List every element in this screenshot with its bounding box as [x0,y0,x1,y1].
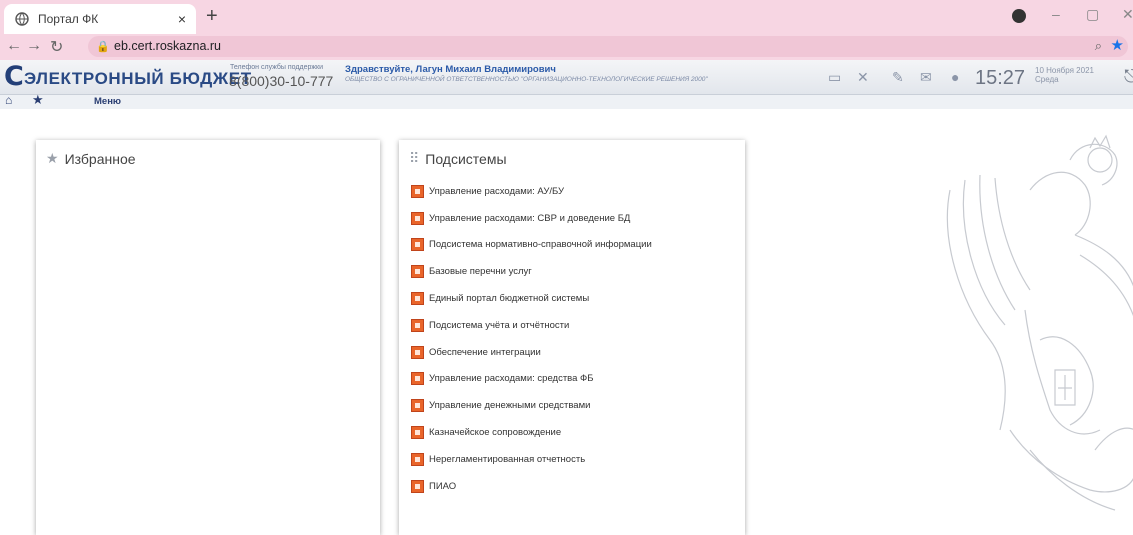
weekday-text: Среда [1035,75,1059,84]
user-greeting[interactable]: Здравствуйте, Лагун Михаил Владимирович [345,64,556,75]
subsystem-icon [411,318,424,332]
subsystem-icon [411,399,424,413]
subsystem-link[interactable]: Подсистема учёта и отчётности [411,312,652,339]
subsystem-icon [411,238,424,252]
subsystem-link[interactable]: Казначейское сопровождение [411,419,652,446]
home-icon[interactable]: ⌂ [5,93,12,107]
subsystem-label[interactable]: Подсистема учёта и отчётности [429,320,569,331]
emblem-watermark [946,134,1133,511]
subsystem-icon [411,426,424,440]
subsystem-link[interactable]: Подсистема нормативно-справочной информа… [411,232,652,259]
maximize-button[interactable]: ▢ [1086,6,1099,23]
clock-date: 10 Ноября 2021 Среда [1035,66,1094,84]
subsystem-icon [411,372,424,386]
subsystem-icon [411,479,424,493]
subsystem-link[interactable]: Единый портал бюджетной системы [411,285,652,312]
subsystems-header: ⠿ Подсистемы [409,150,507,167]
id-card-icon[interactable]: ▭ [828,69,841,86]
subsystem-label[interactable]: Казначейское сопровождение [429,427,561,438]
forward-icon[interactable]: → [26,37,42,55]
support-label: Телефон службы поддержки [230,64,324,71]
new-tab-button[interactable]: + [206,5,218,27]
subsystem-label[interactable]: Управление расходами: средства ФБ [429,373,594,384]
user-icon[interactable]: ● [951,69,959,85]
subsystem-link[interactable]: Базовые перечни услуг [411,258,652,285]
tab-close-icon[interactable]: × [178,11,186,27]
bookmark-star-icon[interactable]: ★ [1111,36,1124,54]
subsystem-icon [411,265,424,279]
mail-icon[interactable]: ✉ [920,69,932,86]
favorites-title: Избранное [64,150,136,167]
favorites-header: ★ Избранное [46,150,136,167]
tools-icon[interactable]: ✕ [857,69,869,86]
lock-icon: 🔒 [96,41,110,53]
profile-icon[interactable] [1012,9,1026,23]
subsystem-link[interactable]: Обеспечение интеграции [411,339,652,366]
subsystem-link[interactable]: Управление расходами: АУ/БУ [411,178,652,205]
organization-name: ОБЩЕСТВО С ОГРАНИЧЕННОЙ ОТВЕТСТВЕННОСТЬЮ… [345,76,708,83]
subsystem-label[interactable]: Базовые перечни услуг [429,266,532,277]
logo-icon: С [4,61,24,92]
favorites-star-icon[interactable]: ★ [32,92,44,108]
subsystem-label[interactable]: Управление расходами: СВР и доведение БД [429,213,630,224]
minimize-button[interactable]: – [1052,6,1060,22]
tab-title: Портал ФК [38,12,99,26]
reload-icon[interactable]: ↻ [50,37,63,57]
subsystem-label[interactable]: ПИАО [429,481,456,492]
subsystem-link[interactable]: Управление денежными средствами [411,392,652,419]
menu-button[interactable]: Меню [94,96,121,107]
browser-tabstrip: Портал ФК × + – ▢ ✕ [0,0,1133,34]
subsystems-panel: ⠿ Подсистемы Управление расходами: АУ/БУ… [399,140,745,535]
menu-bar: ⌂ ★ Меню [0,92,1133,109]
exit-icon[interactable]: ⎋ [1124,66,1133,87]
subsystem-label[interactable]: Единый портал бюджетной системы [429,293,589,304]
date-text: 10 Ноября 2021 [1035,66,1094,75]
browser-toolbar: ← → ↻ 🔒 eb.cert.roskazna.ru ⌕ ★ [0,34,1133,60]
app-header: С ЭЛЕКТРОННЫЙ БЮДЖЕТ Телефон службы подд… [0,60,1133,95]
subsystem-link[interactable]: Управление расходами: СВР и доведение БД [411,205,652,232]
edit-icon[interactable]: ✎ [892,69,904,86]
close-window-button[interactable]: ✕ [1122,6,1133,23]
browser-tab[interactable]: Портал ФК × [4,4,196,34]
subsystem-label[interactable]: Управление расходами: АУ/БУ [429,186,564,197]
address-bar[interactable]: 🔒 eb.cert.roskazna.ru ⌕ ★ [88,36,1128,57]
subsystems-list: Управление расходами: АУ/БУ Управление р… [411,178,652,500]
subsystem-label[interactable]: Подсистема нормативно-справочной информа… [429,239,652,250]
support-phone: 8(800)30-10-777 [229,73,334,89]
subsystem-link[interactable]: Управление расходами: средства ФБ [411,366,652,393]
globe-icon [14,11,30,27]
subsystem-icon [411,452,424,466]
subsystem-label[interactable]: Нерегламентированная отчетность [429,454,585,465]
star-icon: ★ [46,150,59,166]
subsystem-icon [411,211,424,225]
subsystem-label[interactable]: Обеспечение интеграции [429,347,541,358]
favorites-panel: ★ Избранное [36,140,380,535]
subsystem-icon [411,345,424,359]
subsystem-label[interactable]: Управление денежными средствами [429,400,590,411]
zoom-icon[interactable]: ⌕ [1095,38,1102,54]
subsystem-icon [411,184,424,198]
subsystem-link[interactable]: Нерегламентированная отчетность [411,446,652,473]
grid-icon: ⠿ [409,150,420,166]
subsystem-icon [411,292,424,306]
subsystems-title: Подсистемы [425,150,507,167]
back-icon[interactable]: ← [6,37,22,55]
logo-text[interactable]: ЭЛЕКТРОННЫЙ БЮДЖЕТ [24,69,252,89]
clock-time: 15:27 [975,67,1026,89]
subsystem-link[interactable]: ПИАО [411,473,652,500]
url-text[interactable]: eb.cert.roskazna.ru [114,39,221,53]
